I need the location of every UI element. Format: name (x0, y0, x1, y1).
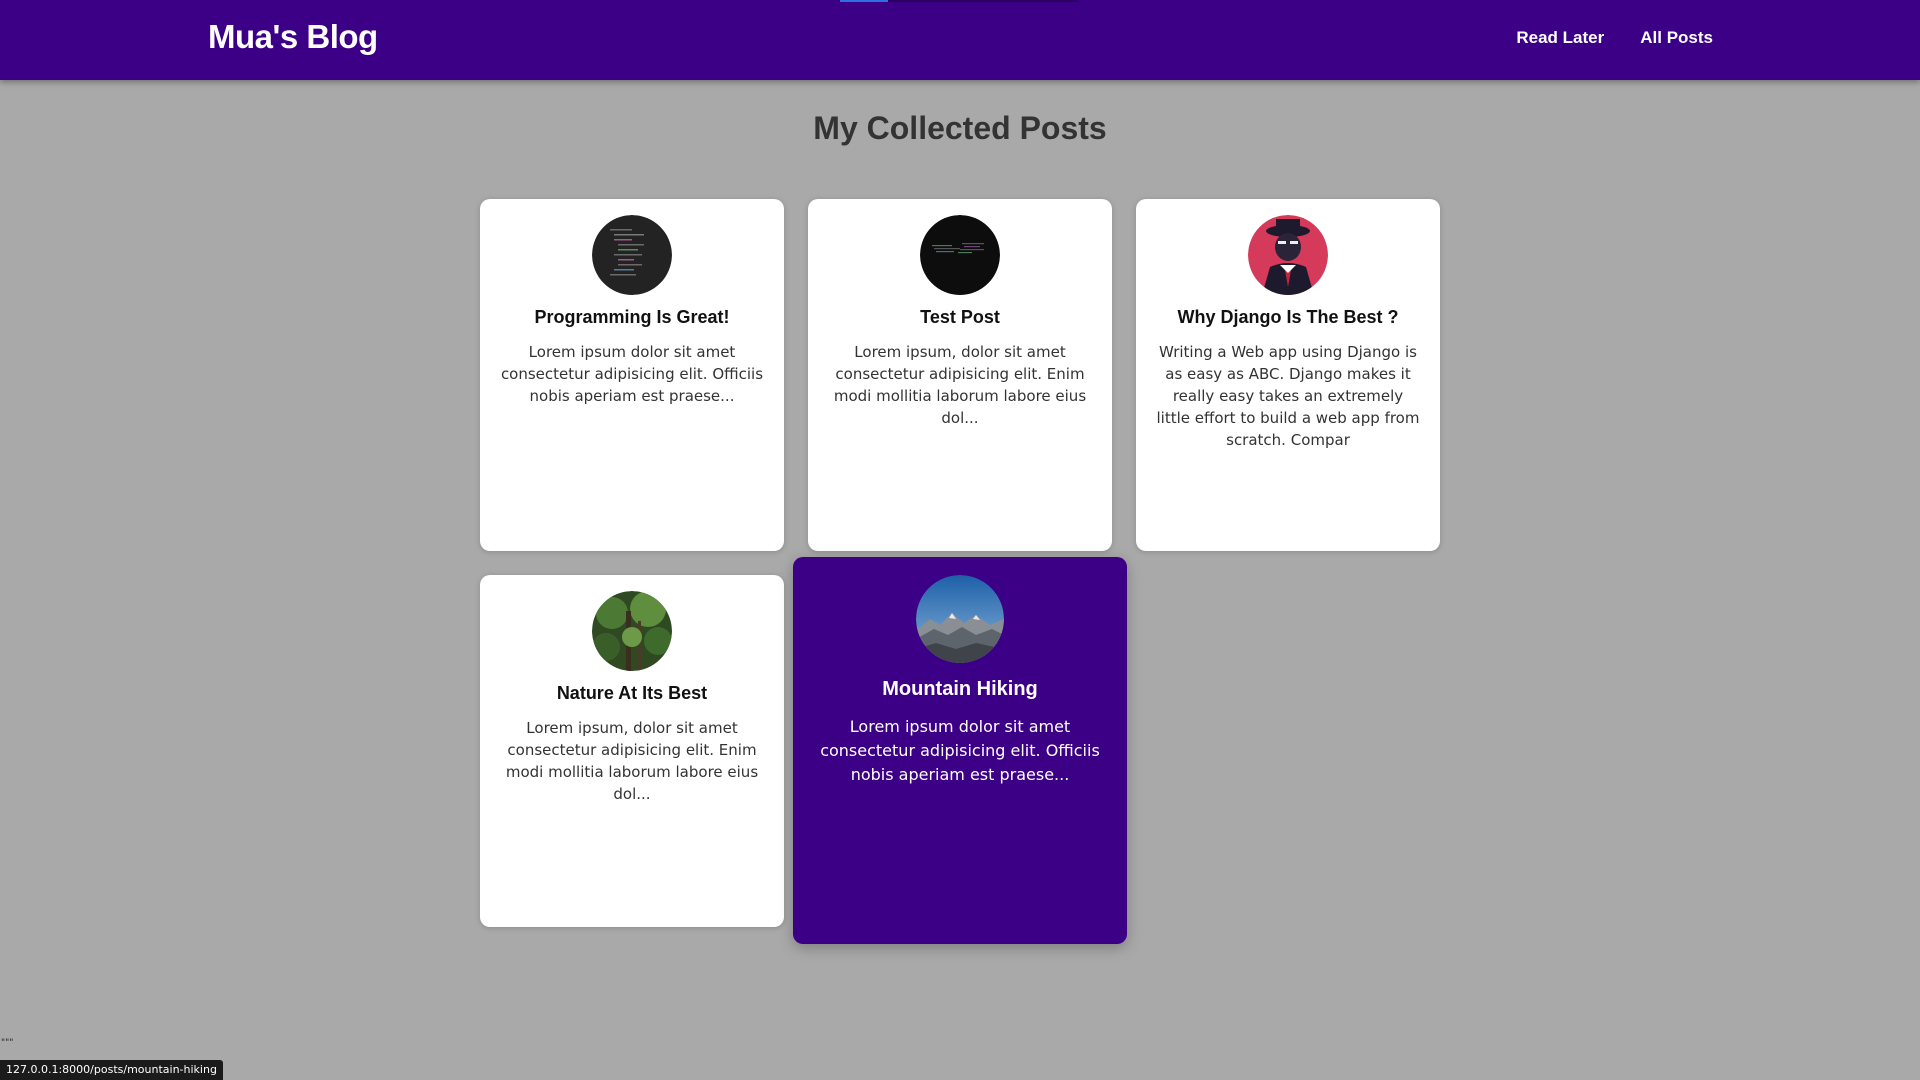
post-title: Mountain Hiking (882, 678, 1038, 700)
loading-progress-track (888, 0, 1078, 2)
post-card-nature[interactable]: Nature At Its Best Lorem ipsum, dolor si… (480, 575, 784, 927)
nav-all-posts-link[interactable]: All Posts (1640, 28, 1713, 48)
stray-text: """ (1, 1038, 14, 1048)
post-excerpt: Lorem ipsum, dolor sit amet consectetur … (833, 343, 1087, 427)
site-header: Mua's Blog Read Later All Posts (0, 0, 1920, 80)
post-title: Nature At Its Best (556, 683, 708, 703)
post-excerpt: Writing a Web app using Django is as eas… (1156, 343, 1420, 449)
post-title: Programming Is Great! (534, 307, 730, 327)
post-title: Test Post (920, 307, 1000, 327)
forest-thumbnail (592, 591, 672, 671)
loading-progress-indicator (840, 0, 888, 2)
post-card-mountain-hiking[interactable]: Mountain Hiking Lorem ipsum dolor sit am… (793, 557, 1127, 944)
post-title: Why Django Is The Best ? (1177, 307, 1399, 327)
main-nav: Read Later All Posts (1516, 28, 1713, 48)
browser-status-url: 127.0.0.1:8000/posts/mountain-hiking (0, 1060, 223, 1080)
post-excerpt: Lorem ipsum, dolor sit amet consectetur … (505, 719, 759, 803)
post-excerpt: Lorem ipsum dolor sit amet consectetur a… (820, 717, 1100, 784)
post-card-django[interactable]: Why Django Is The Best ? Writing a Web a… (1136, 199, 1440, 551)
page-title: My Collected Posts (813, 110, 1107, 146)
post-excerpt: Lorem ipsum dolor sit amet consectetur a… (500, 343, 764, 405)
mountain-thumbnail (916, 575, 1004, 663)
post-card-test-post[interactable]: Test Post Lorem ipsum, dolor sit amet co… (808, 199, 1112, 551)
site-logo-link[interactable]: Mua's Blog (208, 18, 378, 56)
post-card-programming[interactable]: Programming Is Great! Lorem ipsum dolor … (480, 199, 784, 551)
nav-read-later-link[interactable]: Read Later (1516, 28, 1604, 48)
dark-code-thumbnail (920, 215, 1000, 295)
code-screen-thumbnail (592, 215, 672, 295)
hat-man-illustration (1248, 215, 1328, 295)
